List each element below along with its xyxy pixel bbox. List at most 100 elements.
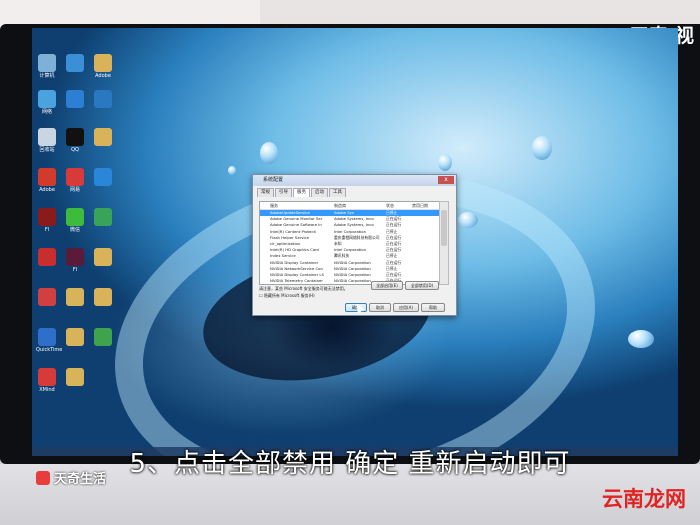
dialog-tab[interactable]: 常规 [257, 188, 274, 197]
services-rows: AdobeUpdateService Adobe Sys 已停止 Adobe Genu… [260, 210, 440, 284]
dialog-title: 系统配置 [263, 177, 284, 183]
desktop-icon[interactable] [92, 208, 114, 227]
dialog-tabs: 常规 引导 服务 启动 工具 [253, 186, 456, 197]
desktop-icon-label: QuickTime [36, 347, 63, 353]
app-icon [66, 328, 84, 346]
desktop-icon[interactable] [36, 288, 58, 307]
desktop-icon[interactable]: 计算机 [36, 54, 58, 79]
desktop-icon[interactable]: QuickTime [36, 328, 63, 353]
app-icon [38, 248, 56, 266]
tianqi-logo-icon [36, 470, 50, 485]
desktop-icon[interactable]: QQ [64, 128, 86, 153]
app-icon [66, 208, 84, 226]
desktop-icon[interactable] [92, 90, 114, 109]
desktop-icon[interactable] [92, 328, 114, 347]
water-drop [260, 142, 278, 164]
desktop-icon-label: 网易 [69, 187, 80, 193]
desktop-icon[interactable] [36, 248, 58, 267]
desktop-icon-label: Fl [72, 267, 78, 273]
dialog-tab[interactable]: 服务 [293, 188, 310, 197]
desktop-icon[interactable] [64, 54, 86, 73]
app-icon [38, 54, 56, 72]
desktop-icon[interactable]: XMind [36, 368, 58, 393]
header-disabled-date[interactable]: 禁用日期 [412, 202, 436, 209]
desktop-icon[interactable] [92, 248, 114, 267]
app-icon [94, 54, 112, 72]
hide-ms-services-checkbox[interactable]: ☐ 隐藏所有 Microsoft 服务(H) [259, 293, 315, 299]
desktop-icon[interactable] [92, 288, 114, 307]
app-icon [38, 368, 56, 386]
app-icon [38, 208, 56, 226]
water-drop [228, 166, 236, 175]
header-service[interactable]: 服务 [260, 202, 334, 209]
desktop-icon-label: Fl [44, 227, 50, 233]
hide-ms-label: 隐藏所有 Microsoft 服务(H) [263, 293, 315, 298]
desktop-icon[interactable]: Fl [64, 248, 86, 273]
app-icon [94, 328, 112, 346]
desktop-icon-label: Adobe [95, 73, 111, 79]
desktop-icon[interactable]: 网络 [36, 90, 58, 115]
app-icon [66, 128, 84, 146]
dialog-tab[interactable]: 启动 [311, 188, 328, 197]
app-icon [66, 288, 84, 306]
desktop-icon[interactable] [92, 168, 114, 187]
desktop-icon[interactable] [64, 288, 86, 307]
app-icon [94, 168, 112, 186]
disable-all-button[interactable]: 全部禁用(D) [405, 281, 439, 290]
app-icon [94, 90, 112, 108]
app-icon [94, 208, 112, 226]
app-icon [66, 248, 84, 266]
scrollbar-thumb[interactable] [441, 210, 447, 246]
desktop-icon-label: XMind [39, 387, 55, 393]
watermark-left: 天奇生活 [36, 468, 106, 487]
service-cell: NVIDIA Telemetry Container [270, 278, 323, 284]
cancel-button[interactable]: 取消 [369, 303, 391, 312]
app-icon [38, 328, 56, 346]
desktop-icon[interactable] [64, 368, 86, 387]
water-drop [438, 154, 452, 171]
app-icon [94, 128, 112, 146]
app-icon [94, 248, 112, 266]
app-icon [38, 128, 56, 146]
app-icon [66, 168, 84, 186]
desktop-icon[interactable] [64, 328, 86, 347]
dialog-tab[interactable]: 工具 [329, 188, 346, 197]
system-config-dialog: 系统配置 x 常规 引导 服务 启动 工具 服务 制造商 状态 禁用日期 AdobeUp… [252, 174, 457, 316]
desktop-icon-label: 网络 [41, 109, 52, 115]
header-manufacturer[interactable]: 制造商 [334, 202, 386, 209]
close-button[interactable]: x [438, 176, 454, 184]
desktop-icon[interactable]: 网易 [64, 168, 86, 193]
desktop-icon[interactable]: 微信 [64, 208, 86, 233]
app-icon [38, 90, 56, 108]
watermark-left-text: 天奇生活 [54, 472, 107, 487]
desktop-icon-label: 微信 [69, 227, 80, 233]
desktop-icon[interactable] [64, 90, 86, 109]
app-icon [66, 368, 84, 386]
dialog-title-bar[interactable]: 系统配置 x [253, 175, 456, 186]
desktop-icon[interactable]: Adobe [92, 54, 114, 79]
services-header: 服务 制造商 状态 禁用日期 [260, 202, 440, 210]
dialog-tab[interactable]: 引导 [275, 188, 292, 197]
header-status[interactable]: 状态 [386, 202, 412, 209]
watermark-right: 云南龙网 [602, 487, 686, 511]
water-drop [458, 212, 478, 228]
desktop-icon-label: 计算机 [39, 73, 55, 79]
water-drop [532, 136, 552, 160]
desktop-icon-label: Adobe [39, 187, 55, 193]
list-scrollbar[interactable] [439, 201, 449, 285]
services-list: 服务 制造商 状态 禁用日期 AdobeUpdateService Adobe S… [259, 201, 441, 285]
app-icon [38, 168, 56, 186]
water-drop [628, 330, 654, 348]
desktop-icon[interactable]: 回收站 [36, 128, 58, 153]
help-button[interactable]: 帮助 [421, 303, 445, 312]
app-icon [66, 54, 84, 72]
app-icon [38, 288, 56, 306]
app-icon [94, 288, 112, 306]
apply-button[interactable]: 应用(A) [393, 303, 419, 312]
desktop-icon[interactable] [92, 128, 114, 147]
enable-all-button[interactable]: 全部启用(E) [371, 281, 403, 290]
desktop-icon[interactable]: Fl [36, 208, 58, 233]
security-note: 请注意，某些 Microsoft 安全服务可能无法禁用。 [259, 286, 348, 291]
desktop-icon[interactable]: Adobe [36, 168, 58, 193]
desktop-icon-label: QQ [71, 147, 79, 153]
